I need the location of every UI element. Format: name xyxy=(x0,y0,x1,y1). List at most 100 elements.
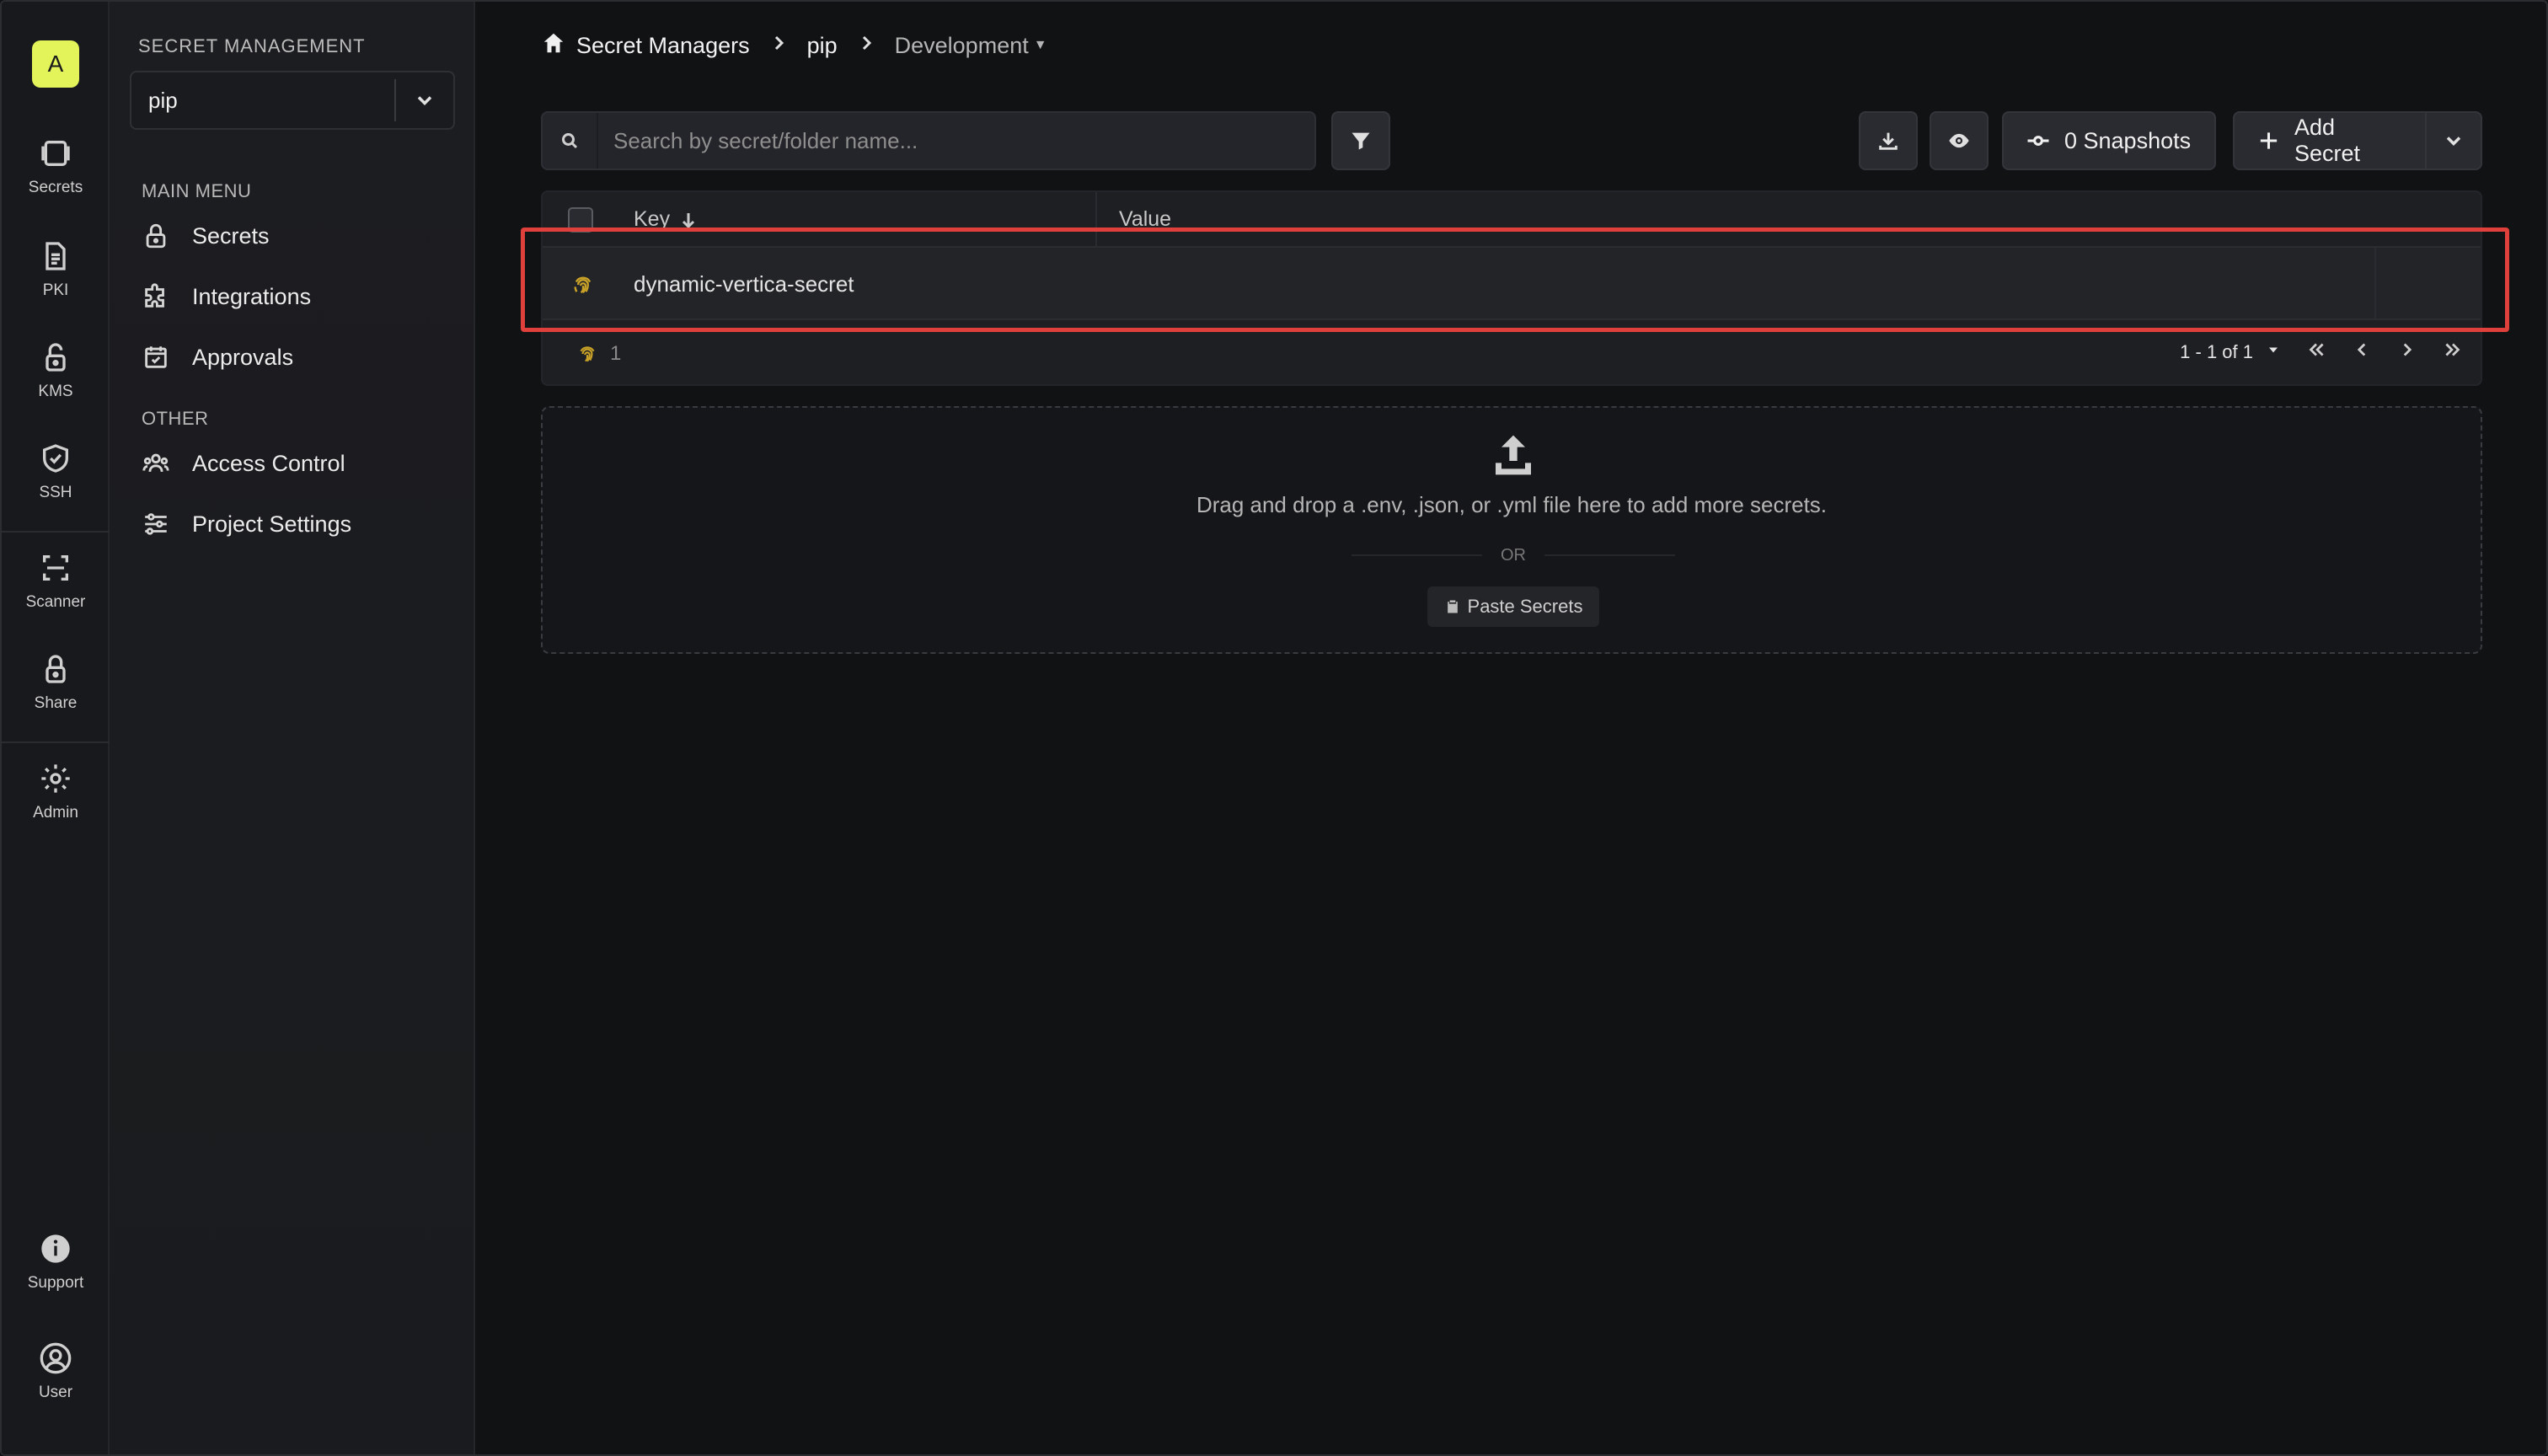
document-icon xyxy=(46,242,66,270)
sidebar-item-integrations[interactable]: Integrations xyxy=(142,271,453,322)
page-size-dropdown-icon[interactable] xyxy=(2265,341,2282,363)
rail-item-share[interactable]: Share xyxy=(2,652,110,736)
gear-icon xyxy=(41,764,70,793)
table-header: Key Value xyxy=(543,192,2481,246)
add-secret-menu-button[interactable] xyxy=(2425,111,2482,170)
clipboard-icon xyxy=(1447,600,1458,613)
other-label: OTHER xyxy=(142,408,209,429)
rail-item-label: SSH xyxy=(39,484,72,501)
rail-item-label: KMS xyxy=(38,383,73,400)
sort-arrow-down-icon xyxy=(682,212,695,228)
snapshots-label: 0 Snapshots xyxy=(2064,127,2192,153)
project-select[interactable]: pip xyxy=(130,71,455,130)
sidebar-item-label: Approvals xyxy=(192,344,294,370)
or-divider: OR xyxy=(1352,543,1675,568)
eye-icon xyxy=(1949,133,1969,148)
sliders-icon xyxy=(145,513,167,535)
filter-button[interactable] xyxy=(1331,111,1390,170)
home-icon[interactable] xyxy=(541,30,566,62)
pagination-range: 1 - 1 of 1 xyxy=(2180,341,2253,362)
sidebar-item-label: Integrations xyxy=(192,283,312,309)
select-all-checkbox[interactable] xyxy=(568,207,593,233)
rail-item-label: User xyxy=(38,1384,73,1401)
fingerprint-icon xyxy=(580,346,595,362)
lock-icon xyxy=(46,655,66,683)
upload-icon xyxy=(1490,431,1537,483)
main-menu-label: MAIN MENU xyxy=(142,180,252,201)
add-secret-label: Add Secret xyxy=(2294,115,2361,166)
lock-open-icon xyxy=(46,343,66,372)
commit-icon xyxy=(2027,136,2049,146)
column-header-value: Value xyxy=(1119,207,1172,231)
breadcrumb-project[interactable]: pip xyxy=(807,33,838,59)
download-icon xyxy=(1879,132,1898,150)
breadcrumb-secret-managers[interactable]: Secret Managers xyxy=(576,33,750,59)
table-row[interactable]: dynamic-vertica-secret xyxy=(543,246,2481,320)
dynamic-secret-count-value: 1 xyxy=(610,342,622,365)
paste-secrets-button[interactable]: Paste Secrets xyxy=(1427,586,1599,627)
sidebar-item-approvals[interactable]: Approvals xyxy=(142,332,453,383)
table-footer: 1 1 - 1 of 1 xyxy=(543,320,2481,388)
secrets-table: Key Value dynamic-vertica-secret 1 1 - 1… xyxy=(541,190,2482,386)
add-secret-button[interactable]: Add Secret xyxy=(2233,111,2427,170)
rail-item-pki[interactable]: PKI xyxy=(2,239,110,324)
column-header-key-label: Key xyxy=(634,207,671,231)
rail-item-scanner[interactable]: Scanner xyxy=(2,551,110,635)
filter-icon xyxy=(1352,132,1370,150)
rail-item-label: Share xyxy=(34,694,78,712)
sidebar-item-project-settings[interactable]: Project Settings xyxy=(142,499,453,549)
main-content: Secret Managers pip Development ▼ 0 Snap… xyxy=(475,2,2546,1454)
toggle-visibility-button[interactable] xyxy=(1930,111,1989,170)
project-sidebar: SECRET MANAGEMENT pip MAIN MENU Secrets … xyxy=(110,2,475,1454)
rail-item-label: Scanner xyxy=(25,593,86,611)
scan-icon xyxy=(43,555,68,581)
app-window: A Secrets PKI KMS SSH Scanner Share Admi… xyxy=(0,0,2548,1456)
project-select-value: pip xyxy=(148,87,178,113)
vault-icon xyxy=(41,141,70,166)
users-icon xyxy=(142,453,169,473)
sidebar-item-access-control[interactable]: Access Control xyxy=(142,438,453,489)
rail-item-ssh[interactable]: SSH xyxy=(2,442,110,526)
secret-key[interactable]: dynamic-vertica-secret xyxy=(634,271,854,297)
environment-select[interactable]: Development xyxy=(895,33,1029,59)
download-button[interactable] xyxy=(1859,111,1918,170)
sidebar-heading: SECRET MANAGEMENT xyxy=(138,35,366,56)
rail-item-support[interactable]: Support xyxy=(2,1232,110,1316)
user-circle-icon xyxy=(40,1342,72,1374)
rail-item-label: Secrets xyxy=(28,179,83,196)
dynamic-secret-count: 1 xyxy=(576,342,621,366)
sidebar-item-secrets[interactable]: Secrets xyxy=(142,211,453,261)
icon-rail: A Secrets PKI KMS SSH Scanner Share Admi… xyxy=(2,2,110,1454)
fingerprint-icon xyxy=(571,273,595,301)
info-icon xyxy=(41,1234,70,1263)
next-page-icon[interactable] xyxy=(2396,339,2418,366)
dropzone-text: Drag and drop a .env, .json, or .yml fil… xyxy=(1196,492,1828,517)
snapshots-button[interactable]: 0 Snapshots xyxy=(2002,111,2216,170)
sidebar-item-label: Project Settings xyxy=(192,511,352,537)
chevron-right-icon xyxy=(856,33,876,59)
rail-item-admin[interactable]: Admin xyxy=(2,762,110,846)
search-input[interactable] xyxy=(598,113,1314,169)
search-icon xyxy=(543,113,598,169)
org-avatar[interactable]: A xyxy=(32,40,79,88)
last-page-icon[interactable] xyxy=(2442,339,2464,366)
puzzle-icon xyxy=(145,283,164,308)
rail-item-user[interactable]: User xyxy=(2,1341,110,1426)
pagination: 1 - 1 of 1 xyxy=(2180,339,2464,366)
rail-item-secrets[interactable]: Secrets xyxy=(2,136,110,221)
first-page-icon[interactable] xyxy=(2305,339,2327,366)
chevron-down-icon[interactable] xyxy=(396,88,453,112)
previous-page-icon[interactable] xyxy=(2351,339,2373,366)
column-header-key[interactable]: Key xyxy=(634,207,699,232)
lock-icon xyxy=(146,223,166,249)
sidebar-item-label: Access Control xyxy=(192,450,345,476)
rail-item-kms[interactable]: KMS xyxy=(2,340,110,425)
file-dropzone[interactable]: Drag and drop a .env, .json, or .yml fil… xyxy=(541,406,2482,654)
rail-item-label: Support xyxy=(27,1274,84,1292)
rail-item-label: Admin xyxy=(33,804,78,822)
sidebar-item-label: Secrets xyxy=(192,222,270,249)
breadcrumb: Secret Managers pip Development ▼ xyxy=(541,29,1047,62)
plus-icon xyxy=(2260,132,2278,149)
caret-down-icon[interactable]: ▼ xyxy=(1034,38,1047,53)
chevron-down-icon xyxy=(2446,136,2461,146)
